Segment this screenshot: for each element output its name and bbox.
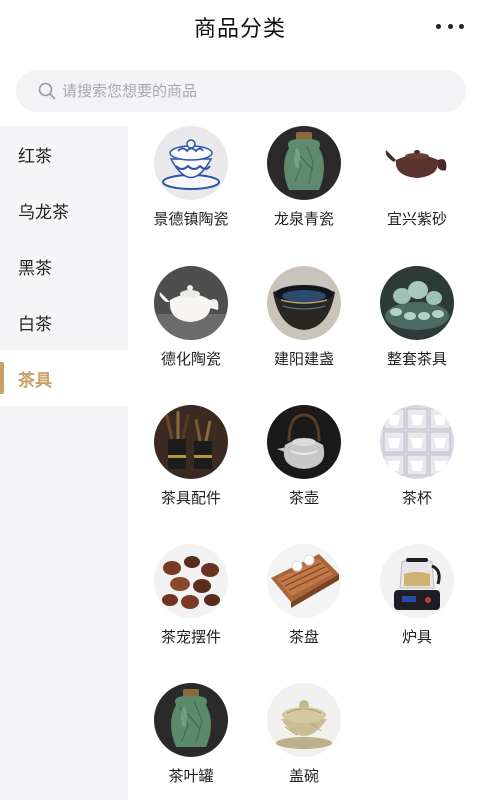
product-item[interactable]: 炉具: [361, 544, 473, 647]
product-image: [380, 544, 454, 618]
product-image: [154, 683, 228, 757]
product-label: 德化陶瓷: [160, 350, 221, 368]
product-image: [267, 544, 341, 618]
product-item[interactable]: 宜兴紫砂: [361, 126, 473, 229]
product-image: [154, 266, 228, 340]
product-label: 整套茶具: [386, 350, 447, 368]
product-label: 炉具: [401, 628, 432, 646]
product-label: 宜兴紫砂: [386, 210, 447, 228]
product-image: [154, 126, 228, 200]
sidebar-item-oolong[interactable]: 乌龙茶: [0, 182, 128, 238]
sidebar-item-dark-tea[interactable]: 黑茶: [0, 238, 128, 294]
page-title: 商品分类: [193, 17, 286, 42]
product-item[interactable]: 茶杯: [361, 405, 473, 508]
search-bar[interactable]: [16, 70, 466, 112]
sidebar-item-teaware[interactable]: 茶具: [0, 350, 128, 406]
sidebar-item-label: 黑茶: [18, 258, 52, 279]
product-item[interactable]: 盖碗: [248, 683, 360, 786]
product-label: 建阳建盏: [273, 350, 334, 368]
sidebar-item-label: 乌龙茶: [18, 202, 69, 223]
product-label: 茶壶: [288, 489, 319, 507]
product-label: 龙泉青瓷: [273, 210, 334, 228]
search-icon: [38, 82, 56, 100]
app-header: 商品分类: [0, 0, 480, 56]
sidebar-item-label: 白茶: [18, 314, 52, 335]
product-image: [267, 266, 341, 340]
product-item[interactable]: 茶宠摆件: [135, 544, 247, 647]
product-image: [380, 405, 454, 479]
product-label: 茶具配件: [160, 489, 221, 507]
product-image: [267, 405, 341, 479]
product-label: 盖碗: [288, 767, 319, 785]
sidebar-item-white-tea[interactable]: 白茶: [0, 294, 128, 350]
product-image: [380, 126, 454, 200]
product-image: [154, 544, 228, 618]
sidebar-item-label: 茶具: [18, 370, 52, 391]
product-image: [267, 126, 341, 200]
more-dots-icon[interactable]: [436, 16, 464, 36]
product-image: [380, 266, 454, 340]
product-item[interactable]: 茶具配件: [135, 405, 247, 508]
product-label: 景德镇陶瓷: [153, 210, 229, 228]
product-image: [267, 683, 341, 757]
product-label: 茶杯: [401, 489, 432, 507]
sidebar-item-black-tea[interactable]: 红茶: [0, 126, 128, 182]
product-item[interactable]: 整套茶具: [361, 266, 473, 369]
product-item[interactable]: 茶盘: [248, 544, 360, 647]
product-item[interactable]: 龙泉青瓷: [248, 126, 360, 229]
category-sidebar: 红茶 乌龙茶 黑茶 白茶 茶具: [0, 126, 128, 800]
product-item[interactable]: 茶壶: [248, 405, 360, 508]
product-item[interactable]: 建阳建盏: [248, 266, 360, 369]
product-item[interactable]: 景德镇陶瓷: [135, 126, 247, 229]
product-label: 茶宠摆件: [160, 628, 221, 646]
sidebar-item-label: 红茶: [18, 146, 52, 167]
product-item[interactable]: 德化陶瓷: [135, 266, 247, 369]
search-input[interactable]: [62, 82, 422, 100]
product-item[interactable]: 茶叶罐: [135, 683, 247, 786]
product-image: [154, 405, 228, 479]
product-label: 茶叶罐: [168, 767, 214, 785]
product-label: 茶盘: [288, 628, 319, 646]
